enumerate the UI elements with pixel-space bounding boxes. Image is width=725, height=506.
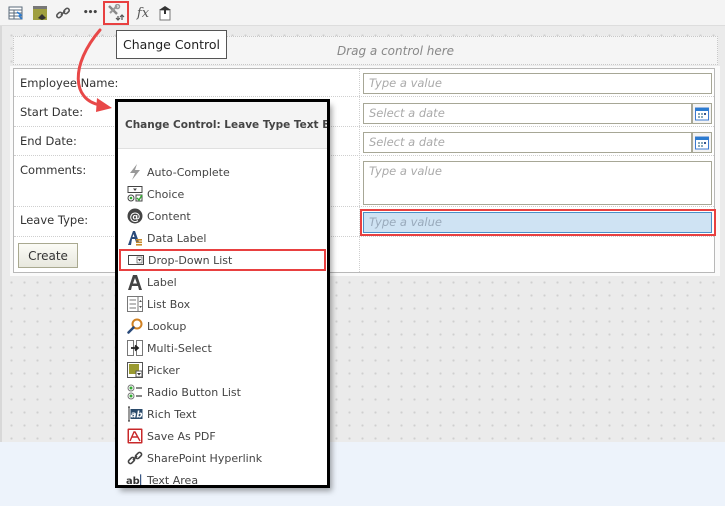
leave-type-input[interactable]: Type a value: [363, 212, 712, 233]
menu-item-label: Content: [147, 209, 191, 223]
calendar-icon: [695, 107, 709, 120]
formula-icon[interactable]: fx: [133, 3, 153, 23]
create-button[interactable]: Create: [18, 243, 78, 268]
menu-item-choice[interactable]: Choice: [118, 183, 327, 205]
menu-item-label: Save As PDF: [147, 429, 216, 443]
magnifier-icon: [126, 318, 143, 335]
menu-item-label: Radio Button List: [147, 385, 241, 399]
publish-icon[interactable]: [155, 3, 175, 23]
start-date-calendar-button[interactable]: [692, 103, 712, 124]
start-date-label: Start Date:: [20, 105, 84, 119]
choice-icon: [126, 186, 143, 203]
rich-text-icon: ab: [126, 406, 143, 423]
pdf-icon: [126, 428, 143, 445]
menu-item-save-as-pdf[interactable]: Save As PDF: [118, 425, 327, 447]
menu-item-lookup[interactable]: Lookup: [118, 315, 327, 337]
employee-name-label: Employee Name:: [20, 76, 119, 90]
menu-item-list-box[interactable]: List Box: [118, 293, 327, 315]
menu-item-label: Multi-Select: [147, 341, 212, 355]
radio-list-icon: [126, 384, 143, 401]
dropdown-icon: [127, 252, 144, 269]
layout-icon[interactable]: [30, 3, 50, 23]
employee-name-input[interactable]: Type a value: [363, 73, 712, 94]
menu-item-label-control[interactable]: Label: [118, 271, 327, 293]
menu-item-label: Rich Text: [147, 407, 197, 421]
menu-item-label: Data Label: [147, 231, 207, 245]
svg-text:ab: ab: [130, 411, 142, 421]
comments-textarea[interactable]: Type a value: [363, 161, 712, 205]
end-date-input[interactable]: Select a date: [363, 132, 692, 153]
column-divider: [359, 69, 360, 272]
menu-item-rich-text[interactable]: ab Rich Text: [118, 403, 327, 425]
menu-item-label: Label: [147, 275, 177, 289]
at-sign-icon: @: [126, 208, 143, 225]
toolbar: ••• fx: [0, 0, 725, 26]
menu-item-drop-down-list[interactable]: Drop-Down List: [119, 249, 326, 271]
lightning-icon: [126, 164, 143, 181]
calendar-icon: [695, 136, 709, 149]
end-date-label: End Date:: [20, 134, 77, 148]
menu-item-auto-complete[interactable]: Auto-Complete: [118, 161, 327, 183]
menu-item-label: SharePoint Hyperlink: [147, 451, 263, 465]
menu-item-label: Choice: [147, 187, 185, 201]
text-area-icon: ab: [126, 472, 143, 487]
menu-item-picker[interactable]: Picker: [118, 359, 327, 381]
hyperlink-icon: [126, 450, 143, 467]
change-control-tooltip: Change Control: [116, 30, 228, 59]
picker-icon: [126, 362, 143, 379]
leave-type-label: Leave Type:: [20, 213, 89, 227]
menu-item-label: List Box: [147, 297, 191, 311]
svg-text:ab: ab: [126, 476, 140, 487]
form-settings-icon[interactable]: [6, 3, 26, 23]
list-box-icon: [126, 296, 143, 313]
change-control-popup: Change Control: Leave Type Text Box Auto…: [115, 99, 330, 488]
menu-item-label: Picker: [147, 363, 180, 377]
menu-item-radio-button-list[interactable]: Radio Button List: [118, 381, 327, 403]
menu-item-sharepoint-hyperlink[interactable]: SharePoint Hyperlink: [118, 447, 327, 469]
control-type-list: Auto-Complete Choice @ Content Data Labe…: [118, 149, 327, 487]
row-divider: [14, 96, 714, 97]
menu-item-label: Lookup: [147, 319, 187, 333]
menu-item-label: Drop-Down List: [148, 253, 233, 267]
popup-title: Change Control: Leave Type Text Box: [118, 102, 327, 149]
more-icon[interactable]: •••: [80, 3, 100, 23]
label-icon: [126, 274, 143, 291]
menu-item-text-area[interactable]: ab Text Area: [118, 469, 327, 487]
start-date-input[interactable]: Select a date: [363, 103, 692, 124]
menu-item-multi-select[interactable]: Multi-Select: [118, 337, 327, 359]
change-control-icon[interactable]: [103, 1, 129, 25]
data-label-icon: [126, 230, 143, 247]
multi-select-icon: [126, 340, 143, 357]
comments-label: Comments:: [20, 163, 87, 177]
menu-item-data-label[interactable]: Data Label: [118, 227, 327, 249]
svg-text:@: @: [129, 210, 140, 223]
menu-item-label: Auto-Complete: [147, 165, 230, 179]
menu-item-label: Text Area: [147, 473, 199, 487]
link-icon[interactable]: [53, 3, 73, 23]
menu-item-content[interactable]: @ Content: [118, 205, 327, 227]
end-date-calendar-button[interactable]: [692, 132, 712, 153]
drop-zone-text: Drag a control here: [336, 43, 455, 58]
